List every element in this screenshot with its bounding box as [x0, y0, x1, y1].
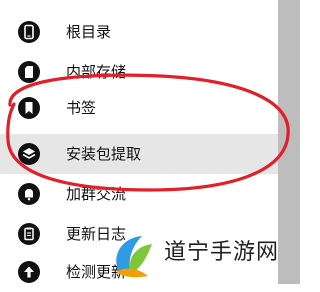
menu-item-label: 根目录 [66, 23, 112, 41]
phone-icon [18, 21, 40, 43]
watermark-text: 道宁手游网 [164, 240, 280, 265]
menu-item-apk-extract[interactable]: 安装包提取 [0, 134, 278, 174]
bell-icon [18, 183, 40, 205]
bookmark-icon [18, 97, 40, 119]
layers-icon [18, 143, 40, 165]
sd-card-icon [18, 61, 40, 83]
site-watermark: 道宁手游网 [108, 228, 300, 284]
menu-item-label: 加群交流 [66, 185, 127, 203]
menu-item-root[interactable]: 根目录 [0, 12, 278, 52]
menu-item-label: 书签 [66, 99, 97, 117]
menu-item-internal-storage[interactable]: 内部存储 [0, 52, 278, 92]
watermark-logo [116, 236, 152, 278]
menu-item-label: 内部存储 [66, 63, 127, 81]
menu-item-bookmarks[interactable]: 书签 [0, 88, 278, 128]
arrow-up-icon [18, 261, 40, 283]
menu-item-join-group[interactable]: 加群交流 [0, 174, 278, 214]
menu-item-label: 安装包提取 [66, 145, 142, 163]
clipboard-icon [18, 223, 40, 245]
